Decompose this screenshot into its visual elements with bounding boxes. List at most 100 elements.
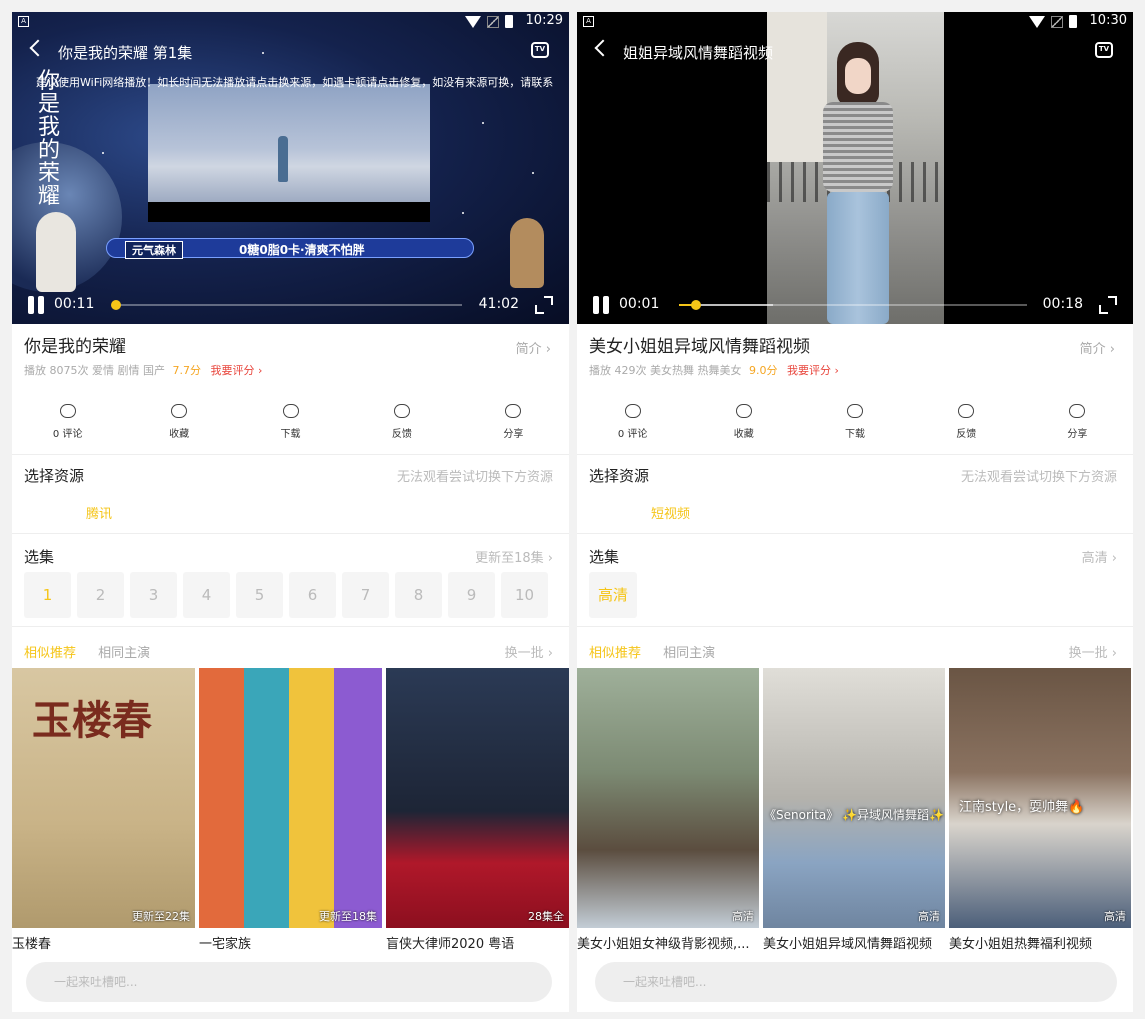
video-player[interactable]: 你是我的荣耀 元气森林 0糖0脂0卡·清爽不怕胖 A 10:29 你是我的荣耀 … [12, 12, 569, 324]
ad-banner: 元气森林 0糖0脂0卡·清爽不怕胖 [106, 238, 474, 259]
rec-card[interactable]: 江南style，耍帅舞🔥 高清 美女小姐姐热舞福利视频 [949, 668, 1131, 952]
episode-button[interactable]: 10 [501, 572, 548, 618]
rate-button[interactable]: 我要评分 › [211, 364, 263, 377]
episode-list: 高清 [589, 572, 637, 618]
screen-left: 你是我的荣耀 元气森林 0糖0脂0卡·清爽不怕胖 A 10:29 你是我的荣耀 … [12, 12, 569, 1012]
divider [577, 454, 1133, 455]
rec-badge: 高清 [1104, 910, 1126, 923]
comment-button[interactable]: 0 评论 [12, 394, 123, 444]
source-option[interactable]: 腾讯 [86, 503, 112, 522]
rec-title: 美女小姐姐异域风情舞蹈视频 [763, 937, 933, 952]
video-title: 你是我的荣耀 [24, 337, 126, 357]
feedback-button[interactable]: 反馈 [911, 394, 1022, 444]
quality-select[interactable]: 高清 › [1082, 547, 1117, 566]
seek-bar[interactable] [679, 300, 1027, 310]
rec-badge: 28集全 [528, 910, 564, 923]
status-time: 10:30 [1089, 13, 1127, 28]
share-button[interactable]: 分享 [1022, 394, 1133, 444]
episode-button[interactable]: 3 [130, 572, 177, 618]
rec-card[interactable]: 玉楼春 更新至22集 玉楼春 [12, 668, 195, 952]
rec-card[interactable]: 更新至18集 一宅家族 [199, 668, 382, 952]
wifi-icon [1029, 15, 1045, 28]
rec-card[interactable]: 28集全 盲侠大律师2020 粤语 [386, 668, 569, 952]
episode-button[interactable]: 8 [395, 572, 442, 618]
video-meta: 播放 429次 美女热舞 热舞美女 9.0分 我要评分 › [589, 362, 839, 378]
tab-similar[interactable]: 相似推荐 [589, 646, 641, 661]
ad-tag: 元气森林 [125, 241, 183, 259]
score: 9.0分 [749, 364, 778, 377]
fullscreen-icon[interactable] [1099, 296, 1117, 314]
recommend-tabs: 相似推荐 相同主演 [24, 642, 150, 661]
download-button[interactable]: 下载 [235, 394, 346, 444]
action-label: 分享 [1067, 429, 1088, 440]
seek-bar[interactable] [110, 300, 462, 310]
video-player[interactable]: A 10:30 姐姐异域风情舞蹈视频 TV 00:01 00:18 [577, 12, 1133, 324]
comment-input[interactable]: 一起来吐槽吧... [26, 962, 552, 1002]
episode-button[interactable]: 7 [342, 572, 389, 618]
feedback-button[interactable]: 反馈 [346, 394, 457, 444]
comment-button[interactable]: 0 评论 [577, 394, 688, 444]
refresh-button[interactable]: 换一批 › [1069, 642, 1117, 661]
pause-icon[interactable] [593, 296, 611, 314]
favorite-button[interactable]: 收藏 [123, 394, 234, 444]
share-button[interactable]: 分享 [458, 394, 569, 444]
feedback-icon [958, 404, 975, 418]
sim-icon: A [18, 16, 29, 27]
video-meta: 播放 8075次 爱情 剧情 国产 7.7分 我要评分 › [24, 362, 262, 378]
rec-card[interactable]: 高清 美女小姐姐女神级背影视频,... [577, 668, 759, 952]
episode-button[interactable]: 9 [448, 572, 495, 618]
tab-same-cast[interactable]: 相同主演 [98, 646, 150, 661]
rec-card[interactable]: 《Senorita》 ✨异域风情舞蹈✨ 高清 美女小姐姐异域风情舞蹈视频 [763, 668, 945, 952]
refresh-button[interactable]: 换一批 › [505, 642, 553, 661]
rec-thumbnail: 玉楼春 更新至22集 [12, 668, 195, 928]
back-icon[interactable] [594, 39, 612, 57]
episode-button[interactable]: 4 [183, 572, 230, 618]
episode-button[interactable]: 5 [236, 572, 283, 618]
divider [12, 533, 569, 534]
episode-button[interactable]: 6 [289, 572, 336, 618]
episodes-update[interactable]: 更新至18集 › [475, 547, 553, 566]
figure [278, 136, 288, 182]
current-time: 00:11 [54, 296, 95, 312]
tv-cast-icon[interactable]: TV [531, 42, 549, 58]
rec-thumbnail: 高清 [577, 668, 759, 928]
intro-link[interactable]: 简介 › [1080, 338, 1115, 357]
rec-title: 美女小姐姐热舞福利视频 [949, 937, 1093, 952]
intro-link[interactable]: 简介 › [516, 338, 551, 357]
episode-button[interactable]: 2 [77, 572, 124, 618]
star [462, 212, 464, 214]
action-label: 0 评论 [52, 429, 83, 440]
genre-tags: 爱情 剧情 国产 [92, 364, 165, 377]
seek-handle[interactable] [110, 300, 121, 310]
tab-same-cast[interactable]: 相同主演 [663, 646, 715, 661]
pause-icon[interactable] [28, 296, 46, 314]
source-title: 选择资源 [589, 467, 650, 485]
heart-icon [171, 404, 188, 418]
back-icon[interactable] [29, 39, 47, 57]
episode-list: 1 2 3 4 5 6 7 8 9 10 [24, 572, 548, 618]
ad-slogan: 0糖0脂0卡·清爽不怕胖 [239, 243, 365, 257]
download-button[interactable]: 下载 [799, 394, 910, 444]
recommend-list: 玉楼春 更新至22集 玉楼春 更新至18集 一宅家族 28集全 盲侠大律师202… [12, 668, 569, 952]
seek-handle[interactable] [691, 300, 702, 310]
quality-button[interactable]: 高清 [589, 572, 637, 618]
fullscreen-icon[interactable] [535, 296, 553, 314]
action-label: 0 评论 [617, 429, 648, 440]
favorite-button[interactable]: 收藏 [688, 394, 799, 444]
player-title-bar: 姐姐异域风情舞蹈视频 TV [577, 34, 1133, 70]
star [102, 152, 104, 154]
player-title-bar: 你是我的荣耀 第1集 TV [12, 34, 569, 70]
tv-cast-icon[interactable]: TV [1095, 42, 1113, 58]
tab-similar[interactable]: 相似推荐 [24, 646, 76, 661]
player-controls: 00:01 00:18 [577, 284, 1133, 324]
rate-button[interactable]: 我要评分 › [787, 364, 839, 377]
episode-button[interactable]: 1 [24, 572, 71, 618]
comment-input[interactable]: 一起来吐槽吧... [595, 962, 1117, 1002]
recommend-list: 高清 美女小姐姐女神级背影视频,... 《Senorita》 ✨异域风情舞蹈✨ … [577, 668, 1133, 952]
heart-icon [735, 404, 752, 418]
source-option[interactable]: 短视频 [651, 503, 690, 522]
status-time: 10:29 [525, 13, 563, 28]
rec-thumbnail: 江南style，耍帅舞🔥 高清 [949, 668, 1131, 928]
rec-thumbnail: 《Senorita》 ✨异域风情舞蹈✨ 高清 [763, 668, 945, 928]
player-title: 姐姐异域风情舞蹈视频 [623, 44, 774, 62]
